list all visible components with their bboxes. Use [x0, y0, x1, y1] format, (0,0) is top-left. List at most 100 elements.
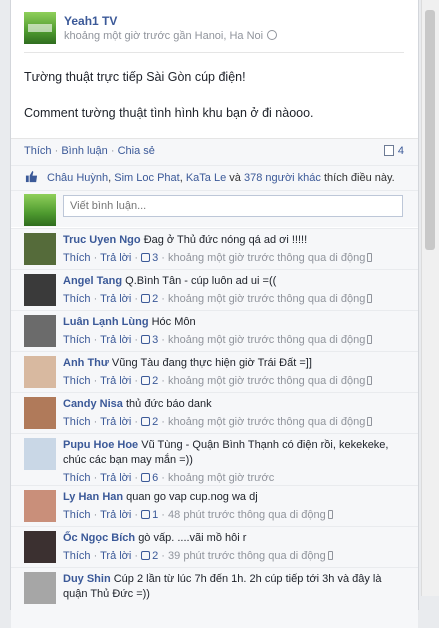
commenter-name[interactable]: Duy Shin — [63, 573, 111, 585]
separator-dot: · — [110, 145, 118, 157]
comment-like-link[interactable]: Thích — [63, 252, 91, 264]
commenter-name[interactable]: Anh Thư — [63, 357, 109, 369]
comment-body: Anh Thư Vũng Tàu đang thực hiện giờ Trái… — [63, 356, 403, 389]
comment-item: Pupu Hoe Hoe Vũ Tùng - Quận Bình Thạnh c… — [11, 433, 418, 486]
commenter-avatar[interactable] — [24, 397, 56, 429]
comment-reply-link[interactable]: Trả lời — [100, 252, 131, 264]
comment-like-link[interactable]: Thích — [63, 375, 91, 387]
post-line-1: Tường thuật trực tiếp Sài Gòn cúp điện! — [24, 70, 246, 84]
comment-icon — [383, 145, 394, 156]
page-name-link[interactable]: Yeah1 TV — [64, 14, 117, 28]
comment-reply-link[interactable]: Trả lời — [100, 416, 131, 428]
post-header: Yeah1 TV khoảng một giờ trước gần Hanoi,… — [24, 12, 404, 48]
comment-body: Angel Tang Q.Bình Tân - cúp luôn ad ui =… — [63, 274, 403, 307]
post-body: Tường thuật trực tiếp Sài Gòn cúp điện! … — [24, 68, 404, 140]
comment-text: Hóc Môn — [151, 316, 196, 328]
comment-timestamp[interactable]: khoảng một giờ trước thông qua di động — [168, 334, 365, 346]
comment-meta: Thích · Trả lời · 3 · khoảng một giờ trư… — [63, 333, 403, 348]
commenter-name[interactable]: Candy Nisa — [63, 398, 123, 410]
comment-like-count[interactable]: 1 — [152, 509, 158, 521]
like-link[interactable]: Thích — [24, 145, 52, 157]
commenter-name[interactable]: Ly Han Han — [63, 491, 123, 503]
commenter-avatar[interactable] — [24, 490, 56, 522]
comment-like-count[interactable]: 3 — [152, 334, 158, 346]
mobile-icon — [327, 510, 333, 519]
commenter-avatar[interactable] — [24, 274, 56, 306]
viewer-avatar — [24, 194, 56, 226]
page-avatar[interactable] — [24, 12, 56, 44]
comment-like-link[interactable]: Thích — [63, 550, 91, 562]
post-actions-bar: Thích · Bình luận · Chia sẻ 4 — [11, 138, 418, 165]
comment-reply-link[interactable]: Trả lời — [100, 334, 131, 346]
comment-meta: Thích · Trả lời · 2 · khoảng một giờ trư… — [63, 415, 403, 430]
thumbs-up-icon — [141, 510, 151, 519]
mobile-icon — [367, 376, 373, 385]
commenter-name[interactable]: Truc Uyen Ngo — [63, 234, 141, 246]
liker-name[interactable]: Châu Huỳnh — [47, 172, 108, 184]
commenter-avatar[interactable] — [24, 531, 56, 563]
share-link[interactable]: Chia sẻ — [118, 145, 155, 157]
comment-reply-link[interactable]: Trả lời — [100, 472, 131, 484]
comment-count[interactable]: 4 — [383, 145, 404, 157]
comment-body: Ốc Ngọc Bích gò vấp. ....vãi mồ hôi r Thí… — [63, 531, 403, 564]
thumbs-up-icon — [141, 417, 151, 426]
thumbs-up-icon — [141, 551, 151, 560]
thumbs-up-icon — [141, 253, 151, 262]
mobile-icon — [327, 551, 333, 560]
comment-like-link[interactable]: Thích — [63, 472, 91, 484]
scrollbar-thumb[interactable] — [425, 10, 435, 250]
comment-reply-link[interactable]: Trả lời — [100, 375, 131, 387]
commenter-avatar[interactable] — [24, 356, 56, 388]
comment-like-link[interactable]: Thích — [63, 334, 91, 346]
comment-reply-link[interactable]: Trả lời — [100, 509, 131, 521]
commenter-name[interactable]: Pupu Hoe Hoe — [63, 439, 138, 451]
post-card: Yeah1 TV khoảng một giờ trước gần Hanoi,… — [10, 0, 419, 628]
commenter-name[interactable]: Luân Lạnh Lùng — [63, 316, 149, 328]
thumbs-up-icon — [141, 473, 151, 482]
comment-item: Ly Han Han quan go vap cup.nog wa dj Thíc… — [11, 485, 418, 527]
comment-like-link[interactable]: Thích — [63, 293, 91, 305]
comment-timestamp[interactable]: khoảng một giờ trước thông qua di động — [168, 293, 365, 305]
commenter-avatar[interactable] — [24, 315, 56, 347]
commenter-avatar[interactable] — [24, 233, 56, 265]
comment-item: Duy Shin Cúp 2 lần từ lúc 7h đến 1h. 2h … — [11, 567, 418, 628]
commenter-name[interactable]: Ốc Ngọc Bích — [63, 532, 135, 544]
commenter-avatar[interactable] — [24, 438, 56, 470]
comment-item: Truc Uyen Ngo Đag ở Thủ đức nóng qá ad ơ… — [11, 228, 418, 270]
comment-line: Candy Nisa thủ đức báo dank — [63, 397, 403, 412]
comment-line: Anh Thư Vũng Tàu đang thực hiện giờ Trái… — [63, 356, 403, 371]
comment-like-count[interactable]: 2 — [152, 550, 158, 562]
commenter-name[interactable]: Angel Tang — [63, 275, 122, 287]
liker-name[interactable]: KaTa Le — [186, 172, 226, 184]
comment-body: Truc Uyen Ngo Đag ở Thủ đức nóng qá ad ơ… — [63, 233, 403, 266]
comment-like-link[interactable]: Thích — [63, 416, 91, 428]
comment-input[interactable] — [63, 195, 403, 217]
comment-timestamp[interactable]: khoảng một giờ trước thông qua di động — [168, 375, 365, 387]
comment-like-count[interactable]: 6 — [152, 472, 158, 484]
header-divider — [24, 52, 404, 53]
vertical-scrollbar[interactable] — [421, 0, 439, 596]
comment-timestamp[interactable]: khoảng một giờ trước — [168, 472, 274, 484]
liker-name[interactable]: Sim Loc Phat — [114, 172, 179, 184]
comment-like-count[interactable]: 2 — [152, 293, 158, 305]
comment-like-count[interactable]: 2 — [152, 375, 158, 387]
comment-link[interactable]: Bình luận — [61, 145, 107, 157]
likes-others-link[interactable]: 378 người khác — [244, 172, 321, 184]
comment-reply-link[interactable]: Trả lời — [100, 293, 131, 305]
comment-like-link[interactable]: Thích — [63, 509, 91, 521]
comment-body: Ly Han Han quan go vap cup.nog wa dj Thíc… — [63, 490, 403, 523]
comment-timestamp[interactable]: khoảng một giờ trước thông qua di động — [168, 252, 365, 264]
comment-like-count[interactable]: 3 — [152, 252, 158, 264]
comment-timestamp[interactable]: 48 phút trước thông qua di động — [168, 509, 326, 521]
post-timestamp[interactable]: khoảng một giờ trước gần Hanoi, Ha Noi — [64, 30, 263, 42]
comment-item: Anh Thư Vũng Tàu đang thực hiện giờ Trái… — [11, 351, 418, 393]
comment-timestamp[interactable]: 39 phút trước thông qua di động — [168, 550, 326, 562]
comment-item: Ốc Ngọc Bích gò vấp. ....vãi mồ hôi r Thí… — [11, 526, 418, 568]
mobile-icon — [367, 417, 373, 426]
comment-timestamp[interactable]: khoảng một giờ trước thông qua di động — [168, 416, 365, 428]
mobile-icon — [367, 335, 373, 344]
commenter-avatar[interactable] — [24, 572, 56, 604]
comment-like-count[interactable]: 2 — [152, 416, 158, 428]
comment-line: Luân Lạnh Lùng Hóc Môn — [63, 315, 403, 330]
comment-reply-link[interactable]: Trả lời — [100, 550, 131, 562]
